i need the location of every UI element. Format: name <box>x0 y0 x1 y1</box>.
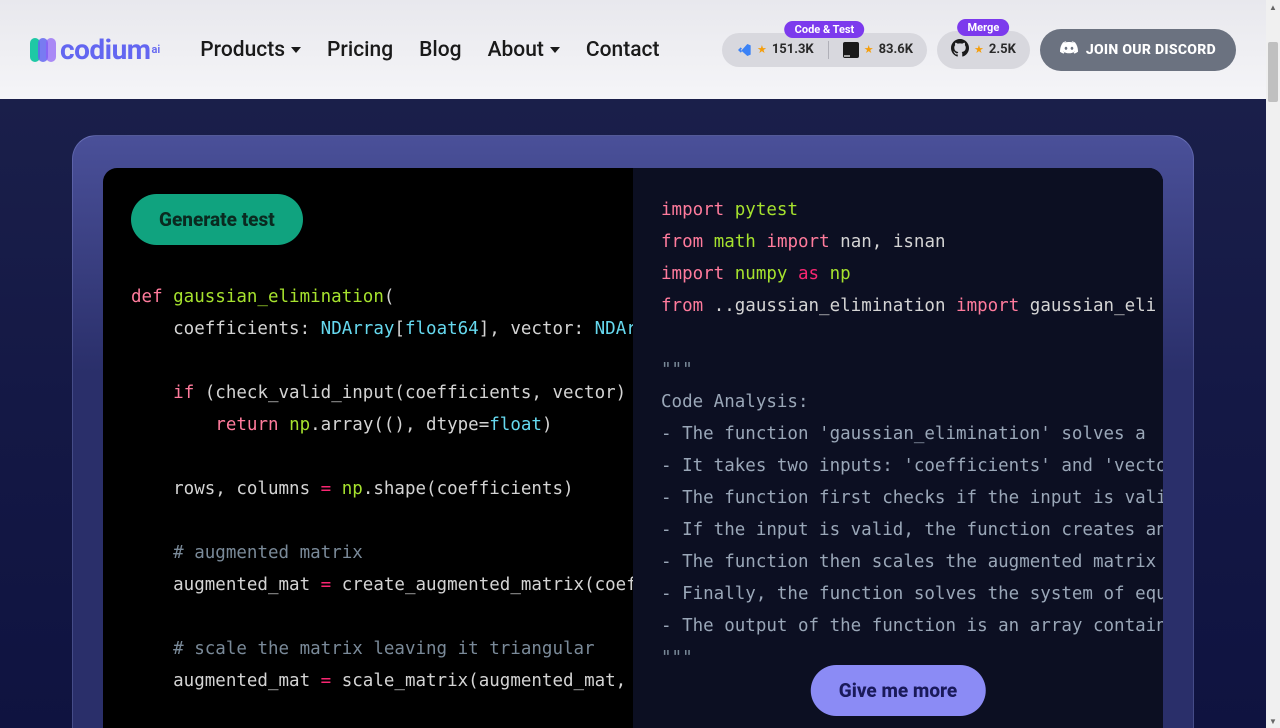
scroll-up-icon[interactable]: ▲ <box>1266 0 1280 14</box>
code-right-pane: import pytest from math import nan, isna… <box>633 168 1163 728</box>
device-frame: Generate test def gaussian_elimination( … <box>72 135 1194 728</box>
analysis-line: - Finally, the function solves the syste… <box>661 584 1163 604</box>
nav-about[interactable]: About <box>488 38 560 62</box>
hero-section: Generate test def gaussian_elimination( … <box>0 99 1266 728</box>
logo-mark-icon <box>30 37 56 63</box>
nav-pricing[interactable]: Pricing <box>327 38 393 62</box>
give-me-more-button[interactable]: Give me more <box>811 665 986 716</box>
nav-contact-label: Contact <box>586 38 660 62</box>
discord-button[interactable]: JOIN OUR DISCORD <box>1040 29 1236 71</box>
chevron-down-icon <box>291 47 301 53</box>
analysis-line: - It takes two inputs: 'coefficients' an… <box>661 456 1163 476</box>
vscode-count: 151.3K <box>772 42 814 57</box>
github-icon <box>951 39 969 61</box>
analysis-line: - The output of the function is an array… <box>661 616 1163 636</box>
page-scrollbar[interactable]: ▲ ▼ <box>1266 0 1280 728</box>
code-block-left: def gaussian_elimination( coefficients: … <box>131 281 633 697</box>
analysis-line: - The function first checks if the input… <box>661 488 1163 508</box>
code-test-pill: Code & Test ★ 151.3K ★ 83.6K <box>722 33 927 67</box>
jetbrains-stat[interactable]: ★ 83.6K <box>843 42 913 58</box>
merge-pill: Merge ★ 2.5K <box>937 31 1030 69</box>
github-count: 2.5K <box>989 42 1016 57</box>
code-test-badge: Code & Test <box>785 21 865 38</box>
code-window: Generate test def gaussian_elimination( … <box>103 168 1163 728</box>
logo-suffix: ai <box>152 43 161 56</box>
star-icon: ★ <box>757 43 767 56</box>
scrollbar-thumb[interactable] <box>1268 42 1278 102</box>
fn-name: gaussian_elimination <box>163 287 384 307</box>
scroll-down-icon[interactable]: ▼ <box>1266 714 1280 728</box>
merge-badge: Merge <box>958 19 1010 36</box>
nav-pricing-label: Pricing <box>327 38 393 62</box>
chevron-down-icon <box>550 47 560 53</box>
logo-text: codium <box>60 33 151 66</box>
generate-test-button[interactable]: Generate test <box>131 194 303 245</box>
nav-products-label: Products <box>200 38 285 62</box>
header-right: Code & Test ★ 151.3K ★ 83.6K Merge <box>722 29 1236 71</box>
nav-blog[interactable]: Blog <box>419 38 461 62</box>
discord-icon <box>1060 41 1078 59</box>
nav-products[interactable]: Products <box>200 38 301 62</box>
main-nav: Products Pricing Blog About Contact <box>200 38 659 62</box>
jetbrains-icon <box>843 42 859 58</box>
analysis-line: - The function 'gaussian_elimination' so… <box>661 424 1156 444</box>
nav-contact[interactable]: Contact <box>586 38 660 62</box>
divider <box>828 41 829 59</box>
github-stat[interactable]: ★ 2.5K <box>951 39 1016 61</box>
code-left-pane: Generate test def gaussian_elimination( … <box>103 168 633 728</box>
star-icon: ★ <box>864 43 874 56</box>
nav-about-label: About <box>488 38 544 62</box>
analysis-header: Code Analysis: <box>661 392 809 412</box>
logo[interactable]: codium ai <box>30 33 160 66</box>
star-icon: ★ <box>974 43 984 56</box>
discord-label: JOIN OUR DISCORD <box>1086 42 1216 58</box>
analysis-line: - The function then scales the augmented… <box>661 552 1156 572</box>
vscode-icon <box>736 42 752 58</box>
vscode-stat[interactable]: ★ 151.3K <box>736 42 814 58</box>
nav-blog-label: Blog <box>419 38 461 62</box>
code-block-right: import pytest from math import nan, isna… <box>661 194 1163 674</box>
analysis-line: - If the input is valid, the function cr… <box>661 520 1163 540</box>
site-header: codium ai Products Pricing Blog About Co… <box>0 0 1266 99</box>
jetbrains-count: 83.6K <box>879 42 913 57</box>
